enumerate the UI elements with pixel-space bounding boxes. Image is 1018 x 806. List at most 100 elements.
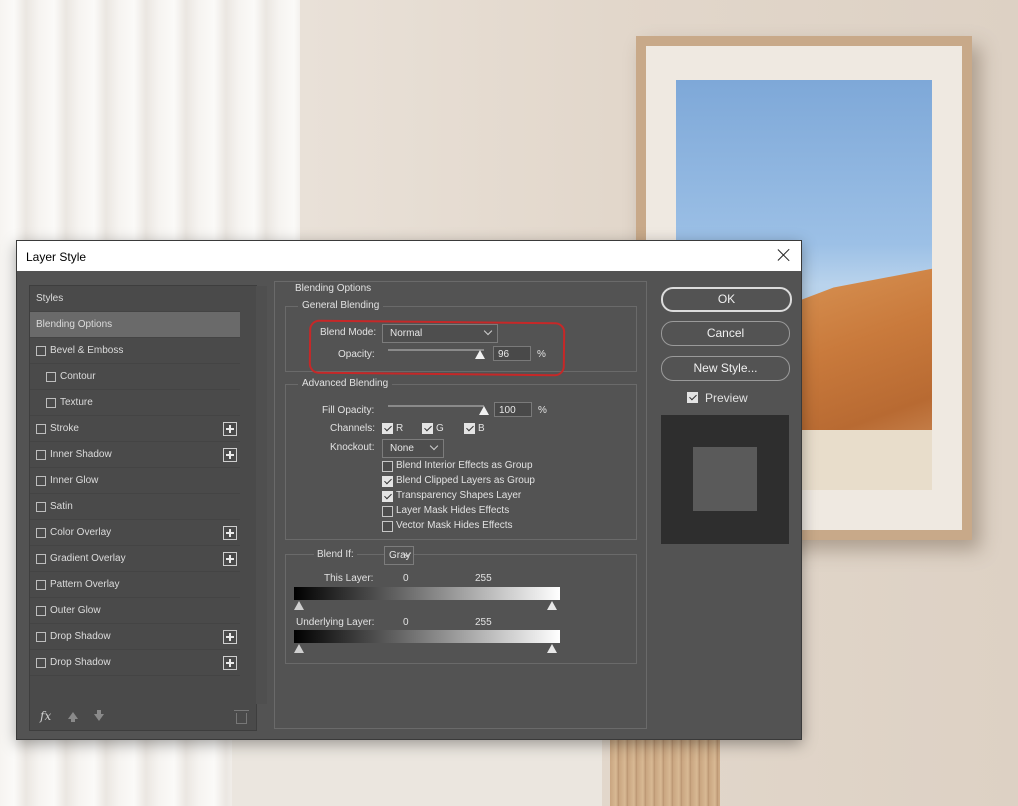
style-item-checkbox[interactable]	[36, 502, 46, 512]
preview-checkbox[interactable]	[687, 392, 698, 403]
channel-r-label: R	[396, 423, 404, 434]
channel-b-checkbox[interactable]	[464, 423, 475, 434]
style-item[interactable]: Pattern Overlay	[30, 572, 240, 598]
style-item-checkbox[interactable]	[36, 528, 46, 538]
move-up-icon[interactable]	[68, 712, 78, 722]
style-item-label: Drop Shadow	[50, 657, 111, 668]
style-item[interactable]: Drop Shadow	[30, 650, 240, 676]
advanced-option-checkbox[interactable]	[382, 506, 393, 517]
style-item-label: Texture	[60, 397, 93, 408]
advanced-option-label: Layer Mask Hides Effects	[396, 505, 510, 516]
list-scrollbar[interactable]	[256, 286, 267, 704]
channel-b-label: B	[478, 423, 485, 434]
style-item-checkbox[interactable]	[46, 398, 56, 408]
underlying-layer-high-handle[interactable]	[547, 644, 557, 653]
styles-list-panel: Styles Blending Options Bevel & Emboss Con…	[29, 285, 267, 731]
style-item-label: Outer Glow	[50, 605, 101, 616]
style-item-label: Inner Glow	[50, 475, 99, 486]
underlying-layer-low-handle[interactable]	[294, 644, 304, 653]
add-effect-icon[interactable]	[223, 552, 237, 566]
style-item-checkbox[interactable]	[36, 554, 46, 564]
this-layer-low: 0	[403, 573, 409, 584]
fx-icon[interactable]: fx	[40, 709, 51, 723]
style-item-checkbox[interactable]	[46, 372, 56, 382]
fill-opacity-slider-thumb[interactable]	[479, 406, 489, 415]
advanced-option-checkbox[interactable]	[382, 461, 393, 472]
style-item[interactable]: Outer Glow	[30, 598, 240, 624]
underlying-layer-high: 255	[475, 617, 492, 628]
new-style-button[interactable]: New Style...	[661, 356, 790, 381]
style-item[interactable]: Color Overlay	[30, 520, 240, 546]
style-item[interactable]: Inner Shadow	[30, 442, 240, 468]
channel-g-label: G	[436, 423, 444, 434]
underlying-layer-low: 0	[403, 617, 409, 628]
add-effect-icon[interactable]	[223, 656, 237, 670]
fill-opacity-unit: %	[538, 405, 547, 416]
preview-square	[693, 447, 757, 511]
preview-label: Preview	[705, 391, 748, 405]
style-item[interactable]: Satin	[30, 494, 240, 520]
style-item[interactable]: Blending Options	[30, 312, 240, 338]
general-blending-title: General Blending	[298, 300, 384, 311]
preview-thumbnail	[661, 415, 789, 544]
styles-header[interactable]: Styles	[30, 286, 240, 312]
advanced-option-checkbox[interactable]	[382, 476, 393, 487]
underlying-layer-gradient	[294, 630, 560, 643]
style-item-label: Contour	[60, 371, 96, 382]
this-layer-high: 255	[475, 573, 492, 584]
this-layer-label: This Layer:	[324, 573, 374, 584]
background-stool	[610, 736, 720, 806]
add-effect-icon[interactable]	[223, 526, 237, 540]
advanced-blending-title: Advanced Blending	[298, 378, 393, 389]
add-effect-icon[interactable]	[223, 630, 237, 644]
style-item[interactable]: Bevel & Emboss	[30, 338, 240, 364]
advanced-option-label: Vector Mask Hides Effects	[396, 520, 513, 531]
advanced-option-label: Blend Interior Effects as Group	[396, 460, 533, 471]
style-item-label: Bevel & Emboss	[50, 345, 124, 356]
style-item[interactable]: Texture	[30, 390, 240, 416]
fill-opacity-slider[interactable]	[388, 405, 484, 407]
blend-if-select[interactable]: Gray	[384, 546, 414, 565]
style-item[interactable]: Stroke	[30, 416, 240, 442]
add-effect-icon[interactable]	[223, 422, 237, 436]
style-item[interactable]: Contour	[30, 364, 240, 390]
style-item-checkbox[interactable]	[36, 476, 46, 486]
close-icon[interactable]	[777, 248, 791, 262]
style-item-label: Satin	[50, 501, 73, 512]
style-item-checkbox[interactable]	[36, 450, 46, 460]
channel-g-checkbox[interactable]	[422, 423, 433, 434]
fill-opacity-input[interactable]: 100	[494, 402, 532, 417]
knockout-label: Knockout:	[330, 442, 375, 453]
add-effect-icon[interactable]	[223, 448, 237, 462]
knockout-select[interactable]: None	[382, 439, 444, 458]
red-annotation-ellipse	[308, 319, 566, 377]
style-item[interactable]: Inner Glow	[30, 468, 240, 494]
this-layer-high-handle[interactable]	[547, 601, 557, 610]
style-item-checkbox[interactable]	[36, 424, 46, 434]
section-title: Blending Options	[295, 283, 372, 294]
style-item[interactable]: Gradient Overlay	[30, 546, 240, 572]
ok-button[interactable]: OK	[661, 287, 792, 312]
style-item-checkbox[interactable]	[36, 606, 46, 616]
channel-r-checkbox[interactable]	[382, 423, 393, 434]
advanced-option-checkbox[interactable]	[382, 521, 393, 532]
dialog-title: Layer Style	[26, 250, 87, 264]
style-item-checkbox[interactable]	[36, 658, 46, 668]
style-item-checkbox[interactable]	[36, 580, 46, 590]
fill-opacity-label: Fill Opacity:	[322, 405, 375, 416]
trash-icon[interactable]	[234, 710, 249, 724]
advanced-option-checkbox[interactable]	[382, 491, 393, 502]
style-item[interactable]: Drop Shadow	[30, 624, 240, 650]
style-item-checkbox[interactable]	[36, 632, 46, 642]
advanced-option-label: Blend Clipped Layers as Group	[396, 475, 535, 486]
knockout-value: None	[390, 443, 414, 454]
move-down-icon[interactable]	[94, 710, 104, 721]
advanced-blending-group: Advanced Blending Fill Opacity: 100 % Ch…	[285, 378, 637, 540]
cancel-button[interactable]: Cancel	[661, 321, 790, 346]
blend-if-label: Blend If:	[314, 549, 357, 560]
style-item-checkbox[interactable]	[36, 346, 46, 356]
this-layer-low-handle[interactable]	[294, 601, 304, 610]
styles-header-label: Styles	[36, 293, 64, 304]
background-bed	[232, 736, 602, 806]
this-layer-gradient	[294, 587, 560, 600]
